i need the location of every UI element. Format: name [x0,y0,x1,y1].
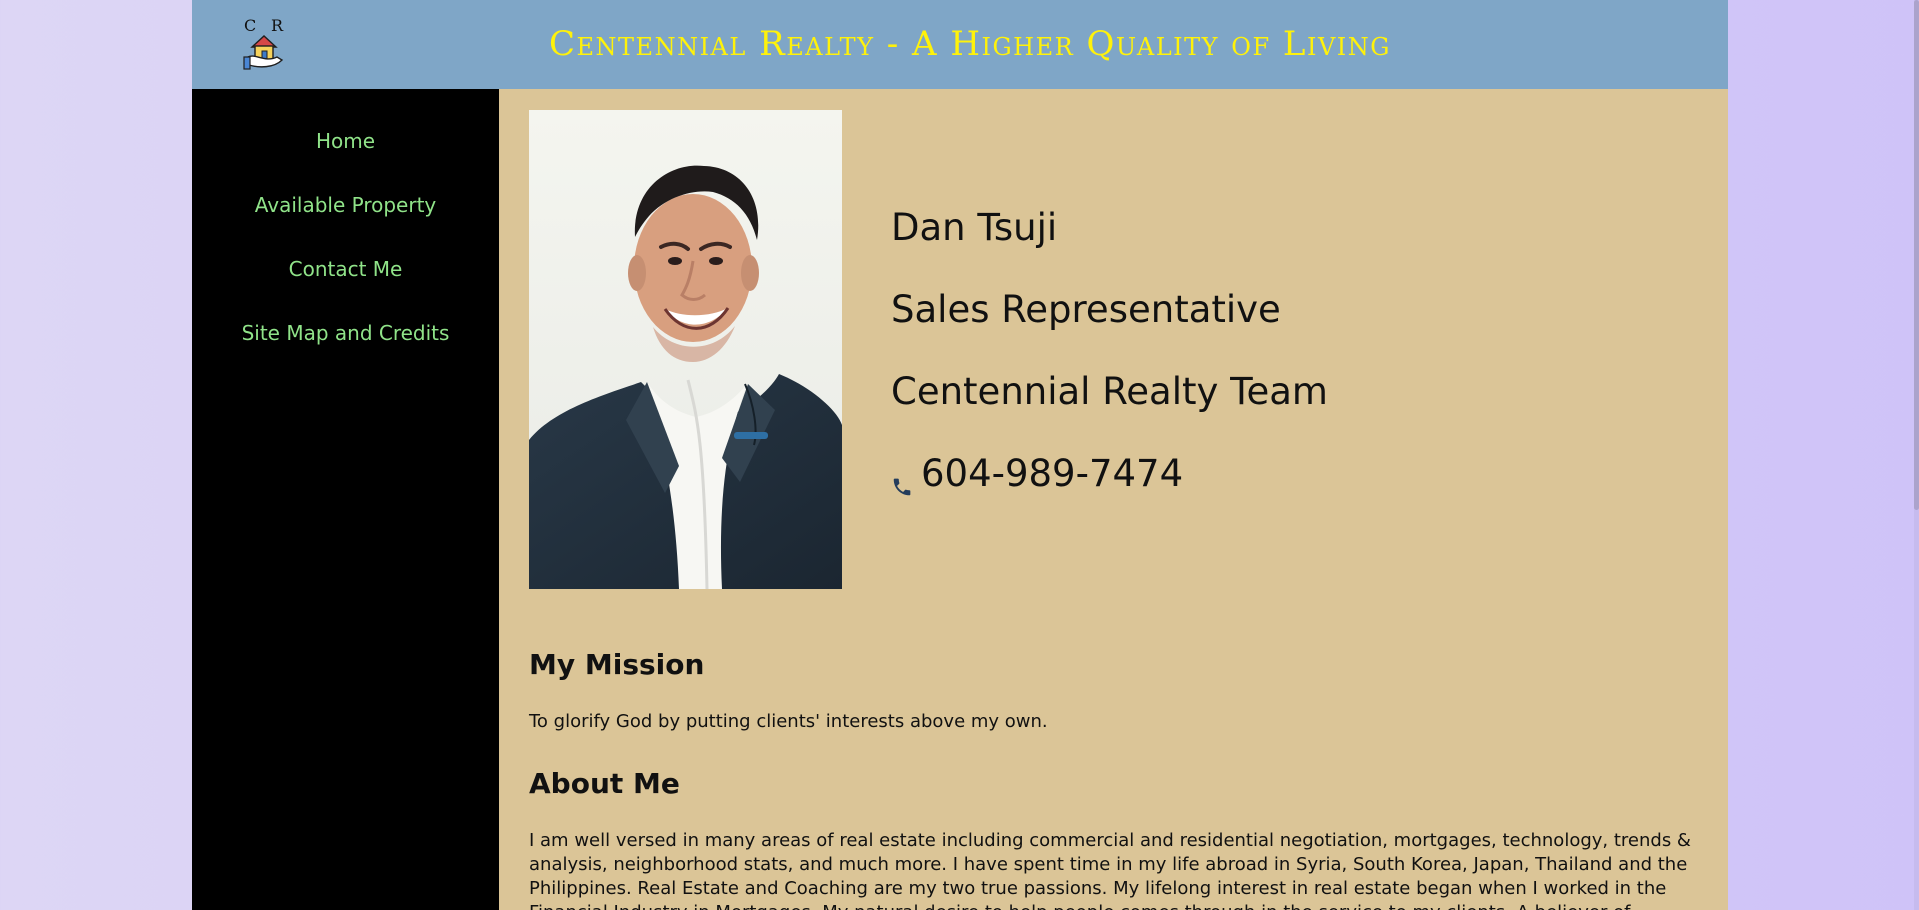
mission-heading: My Mission [529,648,705,682]
mission-text: To glorify God by putting clients' inter… [529,711,1048,732]
sidebar-item-contact-me[interactable]: Contact Me [192,255,499,283]
page-container: C R Centennial Realty - A Higher Quality… [192,0,1728,910]
site-title: Centennial Realty - A Higher Quality of … [549,24,1391,64]
about-text: I am well versed in many areas of real e… [529,830,1691,910]
site-logo[interactable]: C R [243,16,287,71]
svg-text:C: C [244,17,256,35]
phone-icon [891,463,913,496]
sidebar-item-available-property[interactable]: Available Property [192,191,499,219]
agent-phone-row: 604-989-7474 [891,451,1183,497]
sidebar-item-home[interactable]: Home [192,127,499,155]
agent-photo-illustration [529,110,842,589]
agent-phone-number[interactable]: 604-989-7474 [921,451,1183,497]
agent-portrait [529,110,842,589]
vertical-scrollbar-thumb[interactable] [1914,0,1919,510]
main-content: Dan Tsuji Sales Representative Centennia… [499,89,1728,910]
agent-team: Centennial Realty Team [891,370,1328,413]
agent-role: Sales Representative [891,288,1281,331]
sidebar-item-site-map-and-credits[interactable]: Site Map and Credits [192,319,499,347]
svg-text:R: R [271,17,284,35]
about-heading: About Me [529,767,680,801]
realty-house-hand-icon: C R [243,16,284,70]
site-header: C R Centennial Realty - A Higher Quality… [192,0,1728,89]
sidebar-nav: Home Available Property Contact Me Site … [192,89,499,910]
agent-name: Dan Tsuji [891,206,1058,249]
